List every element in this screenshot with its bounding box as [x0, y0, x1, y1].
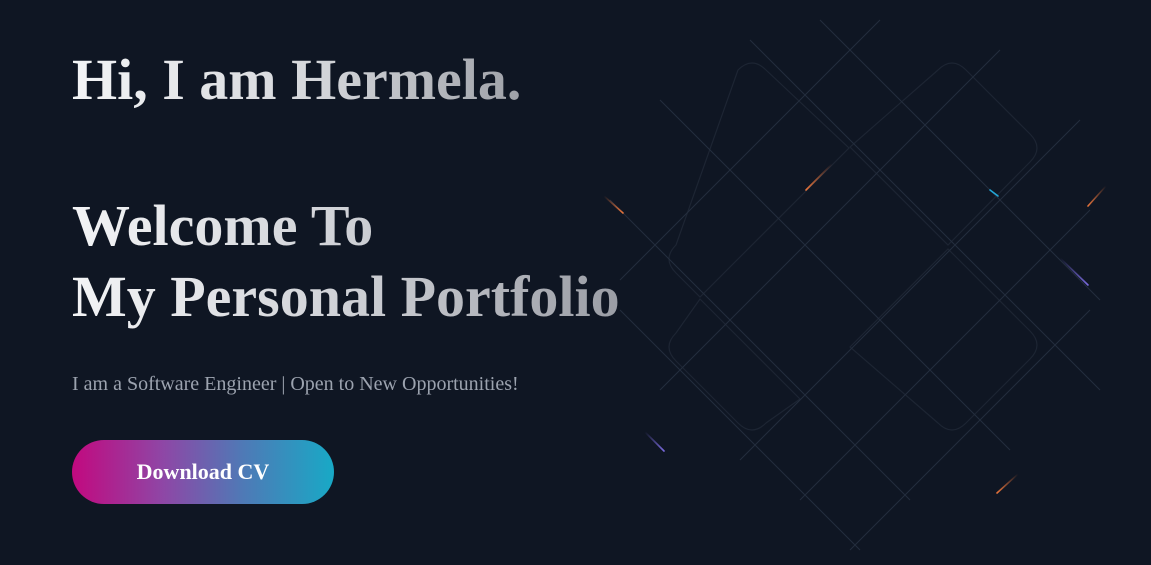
welcome-line-2: My Personal Portfolio	[72, 264, 620, 329]
welcome-line-1: Welcome To	[72, 193, 374, 258]
download-cv-button[interactable]: Download CV	[72, 440, 334, 504]
greeting-heading: Hi, I am Hermela.	[72, 44, 521, 116]
tagline: I am a Software Engineer | Open to New O…	[72, 373, 519, 395]
background-grid-pattern	[603, 19, 1107, 551]
welcome-heading: Welcome To My Personal Portfolio	[72, 190, 620, 332]
hero-section: Hi, I am Hermela. Welcome To My Personal…	[0, 0, 1151, 565]
